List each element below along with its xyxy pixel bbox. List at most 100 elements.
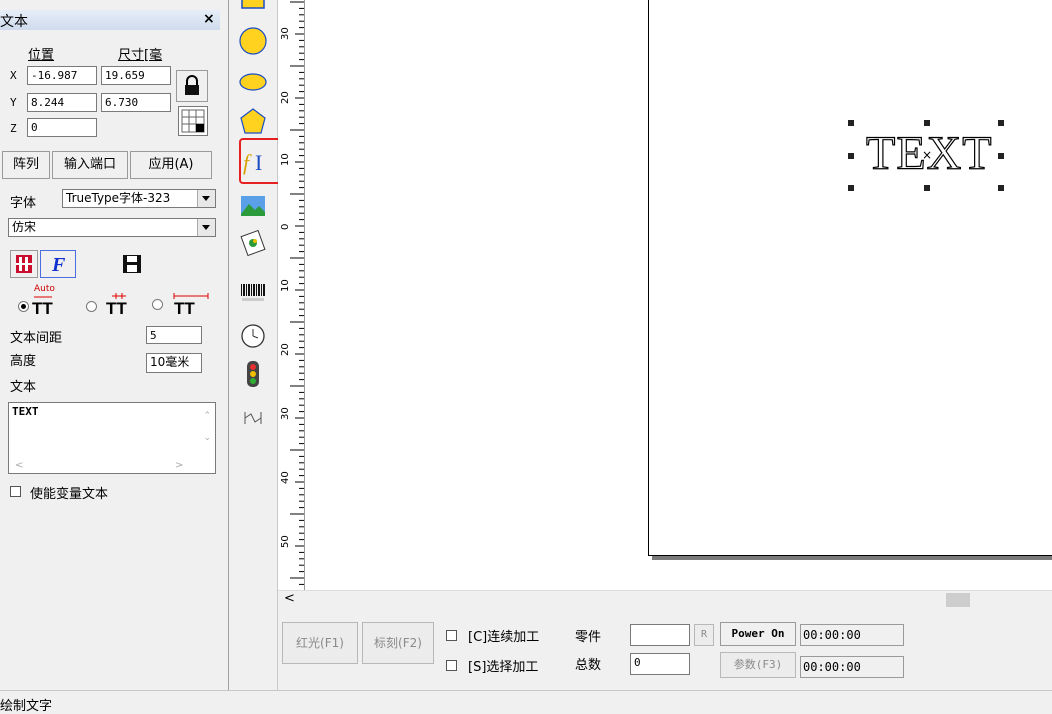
parts-label: 零件: [575, 630, 602, 645]
array-button[interactable]: 阵列: [2, 151, 50, 179]
traffic-light-icon: [247, 361, 259, 387]
text-content-area[interactable]: TEXT ⌃ ⌄ < >: [8, 402, 216, 474]
text-tool[interactable]: f I: [241, 146, 273, 178]
chevron-down-icon[interactable]: [197, 190, 215, 207]
font-setting-button[interactable]: F: [40, 250, 76, 278]
grid-icon: [181, 109, 205, 133]
text-label: 文本: [10, 380, 37, 395]
selection-handle[interactable]: [924, 120, 930, 126]
select-label: [S]选择加工: [468, 660, 539, 675]
chevron-down-icon[interactable]: [197, 219, 215, 236]
select-checkbox[interactable]: [446, 660, 457, 671]
font-label: 字体: [10, 196, 37, 211]
text-tool-icon: f I: [243, 150, 262, 175]
time-tool[interactable]: [237, 320, 269, 352]
status-bar: 绘制文字: [0, 690, 1052, 714]
text-spacing-label: 文本间距: [10, 331, 63, 346]
enable-variable-text-label: 使能变量文本: [30, 487, 109, 502]
delay-tool[interactable]: [237, 402, 269, 434]
close-icon[interactable]: ×: [203, 11, 215, 27]
radio-auto-spacing[interactable]: [18, 301, 29, 312]
scroll-left-icon[interactable]: <: [15, 460, 23, 471]
text-spacing-input[interactable]: 5: [146, 326, 202, 344]
params-button[interactable]: 参数(F3): [720, 652, 796, 678]
enable-variable-text-checkbox[interactable]: [10, 486, 21, 497]
x-label: X: [10, 69, 17, 82]
scroll-right-icon[interactable]: >: [175, 460, 183, 471]
panel-title-bar: 文本 ×: [0, 10, 220, 30]
selection-handle[interactable]: [848, 153, 854, 159]
total-label: 总数: [575, 658, 602, 673]
ruler-label: 10: [280, 153, 291, 166]
height-input[interactable]: 10毫米: [146, 353, 202, 373]
z-label: Z: [10, 122, 17, 135]
picture-icon: [241, 196, 265, 216]
save-icon: [123, 255, 141, 273]
lock-ratio-button[interactable]: [176, 70, 208, 102]
selection-handle[interactable]: [998, 153, 1004, 159]
selection-handle[interactable]: [848, 185, 854, 191]
font-type-select[interactable]: TrueType字体-323: [62, 189, 216, 208]
font-f-icon: F: [51, 254, 66, 276]
svg-text:TT: TT: [174, 299, 195, 316]
continuous-label: [C]连续加工: [468, 630, 540, 645]
font-name-value: 仿宋: [12, 220, 37, 234]
rectangle-tool[interactable]: [237, 0, 269, 14]
font-name-select[interactable]: 仿宋: [8, 218, 216, 237]
circle-tool[interactable]: [237, 25, 269, 57]
mark-button[interactable]: 标刻(F2): [362, 622, 434, 664]
work-area[interactable]: [648, 0, 1052, 556]
panel-title: 文本: [0, 14, 28, 30]
ellipse-icon: [239, 73, 267, 91]
clock-icon: [241, 324, 265, 348]
ruler-label: 30: [280, 407, 291, 420]
reset-button[interactable]: R: [694, 624, 714, 646]
io-control-tool[interactable]: [237, 358, 269, 390]
power-on-button[interactable]: Power On: [720, 622, 796, 646]
selection-handle[interactable]: [924, 185, 930, 191]
rectangle-icon: [241, 0, 265, 9]
ruler-label: 10: [280, 279, 291, 292]
bitmap-tool[interactable]: [237, 190, 269, 222]
red-light-button[interactable]: 红光(F1): [282, 622, 358, 664]
ruler-label: 0: [280, 223, 291, 230]
y-position-input[interactable]: 8.244: [27, 93, 97, 112]
y-size-input[interactable]: 6.730: [101, 93, 171, 112]
radio-dot: [21, 304, 26, 309]
scroll-left-icon[interactable]: <: [284, 591, 295, 606]
radio-fixed-spacing[interactable]: [86, 301, 97, 312]
fixed-spacing-icon: TT: [106, 293, 127, 316]
save-font-button[interactable]: [118, 250, 146, 278]
x-size-input[interactable]: 19.659: [101, 66, 171, 85]
z-position-input[interactable]: 0: [27, 118, 97, 137]
apply-button[interactable]: 应用(A): [130, 151, 212, 179]
scroll-thumb[interactable]: [946, 593, 970, 607]
parts-input[interactable]: [630, 624, 690, 646]
barcode-tool[interactable]: [237, 278, 269, 310]
input-port-button[interactable]: 输入端口: [52, 151, 128, 179]
selection-handle[interactable]: [998, 120, 1004, 126]
vector-file-tool[interactable]: [237, 227, 269, 259]
font-type-value: TrueType字体-323: [66, 191, 171, 205]
ellipse-tool[interactable]: [237, 66, 269, 98]
selection-handle[interactable]: [998, 185, 1004, 191]
size-header: 尺寸[毫: [118, 48, 163, 63]
horizontal-scrollbar[interactable]: <: [278, 590, 1052, 609]
svg-text:I: I: [255, 150, 262, 175]
radio-width-spacing[interactable]: [152, 299, 163, 310]
continuous-checkbox[interactable]: [446, 630, 457, 641]
vector-file-icon: [240, 229, 266, 257]
polygon-tool[interactable]: [237, 106, 269, 138]
text-object[interactable]: TEXT ×: [858, 124, 996, 186]
barcode-font-button[interactable]: [10, 250, 38, 278]
auto-spacing-icon: TT: [32, 296, 53, 316]
selection-handle[interactable]: [848, 120, 854, 126]
scroll-down-icon[interactable]: ⌄: [203, 433, 211, 443]
grid-anchor-button[interactable]: [178, 106, 208, 136]
draw-toolbar: f I: [229, 0, 289, 690]
total-input[interactable]: 0: [630, 653, 690, 675]
center-mark-icon: ×: [922, 148, 933, 162]
x-position-input[interactable]: -16.987: [27, 66, 97, 85]
scroll-up-icon[interactable]: ⌃: [203, 411, 211, 421]
svg-text:TT: TT: [106, 299, 127, 316]
